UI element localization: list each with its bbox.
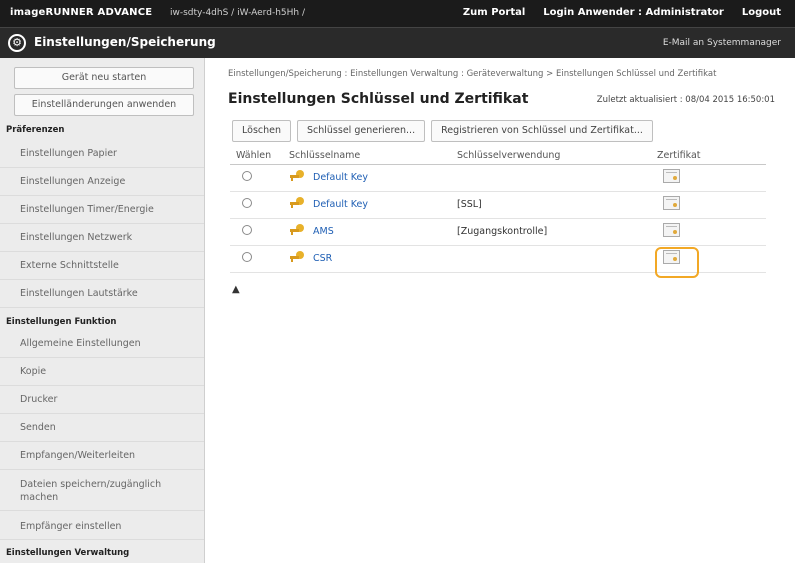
select-radio[interactable] xyxy=(242,198,252,208)
sidebar-item-network[interactable]: Einstellungen Netzwerk xyxy=(0,225,204,252)
settings-logo-icon: ⚙ xyxy=(8,34,26,52)
table-header-row: Wählen Schlüsselname Schlüsselverwendung… xyxy=(230,148,766,165)
main-content: Einstellungen/Speicherung : Einstellunge… xyxy=(206,58,795,563)
sidebar-item-display[interactable]: Einstellungen Anzeige xyxy=(0,169,204,196)
generate-key-button[interactable]: Schlüssel generieren... xyxy=(297,120,426,142)
select-radio[interactable] xyxy=(242,171,252,181)
portal-link[interactable]: Zum Portal xyxy=(463,7,525,18)
section-heading-function: Einstellungen Funktion xyxy=(6,317,117,327)
certificate-icon[interactable] xyxy=(663,196,680,210)
key-usage xyxy=(451,164,651,192)
key-icon xyxy=(289,223,305,240)
table-row: AMS [Zugangskontrolle] xyxy=(230,218,766,246)
sidebar-item-destinations[interactable]: Empfänger einstellen xyxy=(0,515,204,540)
sidebar-item-receive-forward[interactable]: Empfangen/Weiterleiten xyxy=(0,443,204,470)
select-radio[interactable] xyxy=(242,225,252,235)
collapse-icon[interactable]: ▲ xyxy=(232,284,240,295)
sidebar-item-timer-energy[interactable]: Einstellungen Timer/Energie xyxy=(0,197,204,224)
logout-link[interactable]: Logout xyxy=(742,7,781,18)
key-usage: [SSL] xyxy=(451,191,651,219)
breadcrumb: Einstellungen/Speicherung : Einstellunge… xyxy=(228,69,717,79)
key-name-link[interactable]: Default Key xyxy=(313,199,368,210)
register-key-cert-button[interactable]: Registrieren von Schlüssel und Zertifika… xyxy=(431,120,653,142)
email-sysadmin-link[interactable]: E-Mail an Systemmanager xyxy=(663,38,781,48)
certificate-icon[interactable] xyxy=(663,223,680,237)
sidebar-item-volume[interactable]: Einstellungen Lautstärke xyxy=(0,281,204,308)
toolbar: Löschen Schlüssel generieren... Registri… xyxy=(232,120,653,142)
key-name-link[interactable]: CSR xyxy=(313,253,332,264)
apply-changes-button[interactable]: Einstelländerungen anwenden xyxy=(14,94,194,116)
section-heading-preferences: Präferenzen xyxy=(6,125,65,135)
sidebar-item-store-files[interactable]: Dateien speichern/zugänglich machen xyxy=(0,471,204,511)
device-hostname: iw-sdty-4dhS / iW-Aerd-h5Hh / xyxy=(170,8,305,18)
brand-name: imageRUNNER ADVANCE xyxy=(10,7,153,18)
sidebar-item-paper[interactable]: Einstellungen Papier xyxy=(0,141,204,168)
section-heading-management: Einstellungen Verwaltung xyxy=(6,548,130,558)
key-icon xyxy=(289,169,305,186)
sidebar-item-general[interactable]: Allgemeine Einstellungen xyxy=(0,331,204,358)
restart-device-button[interactable]: Gerät neu starten xyxy=(14,67,194,89)
sidebar-item-external-interface[interactable]: Externe Schnittstelle xyxy=(0,253,204,280)
certificate-icon[interactable] xyxy=(663,169,680,183)
key-usage xyxy=(451,245,651,273)
column-header-key-name: Schlüsselname xyxy=(283,148,451,165)
top-links: Zum Portal Login Anwender : Administrato… xyxy=(463,7,781,18)
table-row: Default Key [SSL] xyxy=(230,191,766,219)
key-icon xyxy=(289,196,305,213)
key-name-link[interactable]: AMS xyxy=(313,226,334,237)
column-header-key-usage: Schlüsselverwendung xyxy=(451,148,651,165)
last-updated-label: Zuletzt aktualisiert : 08/04 2015 16:50:… xyxy=(596,95,775,105)
sidebar-item-send[interactable]: Senden xyxy=(0,415,204,442)
select-radio[interactable] xyxy=(242,252,252,262)
key-usage: [Zugangskontrolle] xyxy=(451,218,651,246)
sidebar-item-copy[interactable]: Kopie xyxy=(0,359,204,386)
key-icon xyxy=(289,250,305,267)
login-user-label: Login Anwender : Administrator xyxy=(543,7,724,18)
page-title: Einstellungen Schlüssel und Zertifikat xyxy=(228,91,529,107)
title-bar: ⚙ Einstellungen/Speicherung E-Mail an Sy… xyxy=(0,27,795,58)
key-name-link[interactable]: Default Key xyxy=(313,172,368,183)
column-header-select: Wählen xyxy=(230,148,283,165)
table-row: Default Key xyxy=(230,164,766,192)
delete-button[interactable]: Löschen xyxy=(232,120,291,142)
top-bar: imageRUNNER ADVANCE iw-sdty-4dhS / iW-Ae… xyxy=(0,0,795,27)
app-title: Einstellungen/Speicherung xyxy=(34,35,216,49)
sidebar-item-printer[interactable]: Drucker xyxy=(0,387,204,414)
column-header-certificate: Zertifikat xyxy=(651,148,766,165)
sidebar: Gerät neu starten Einstelländerungen anw… xyxy=(0,58,205,563)
certificate-highlight-callout xyxy=(655,247,699,278)
